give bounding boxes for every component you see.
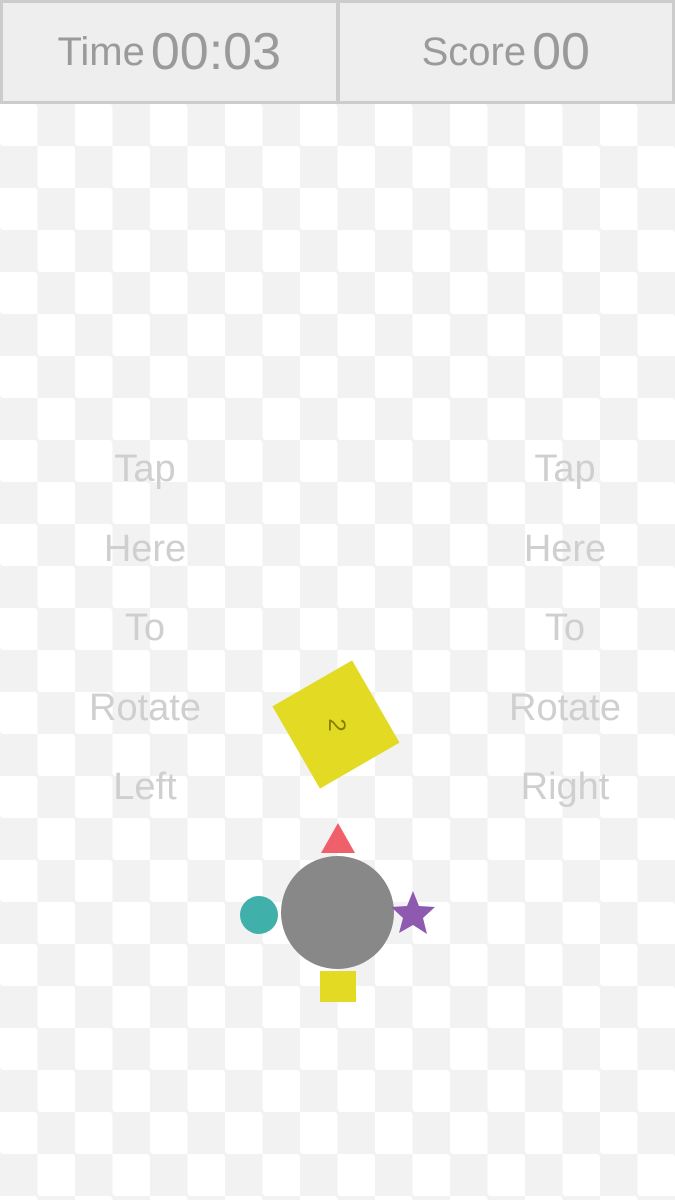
rotate-left-hint-word: Here: [103, 527, 187, 570]
score-panel: Score 00: [337, 0, 675, 104]
rotate-left-hint-word: Rotate: [89, 686, 201, 729]
score-label: Score: [421, 29, 527, 74]
time-panel: Time 00:03: [0, 0, 338, 104]
game-screen: Time 00:03 Score 00 Tap Here To Rotate L…: [0, 0, 675, 1200]
rotate-left-hint-word: Tap: [114, 448, 176, 490]
rotate-left-hint-word: Left: [113, 766, 177, 808]
rotate-right-hint-word: To: [544, 607, 586, 649]
circle-shape: [240, 896, 278, 934]
rotate-right-hint-word: Right: [520, 766, 610, 808]
time-label: Time: [57, 29, 145, 74]
rotate-left-hint-word: To: [124, 607, 166, 649]
rotate-right-zone[interactable]: Tap Here To Rotate Right: [455, 430, 675, 828]
rotate-right-hint-word: Tap: [534, 448, 596, 490]
rotate-right-hint-word: Rotate: [509, 686, 621, 729]
star-shape: [391, 891, 435, 934]
rotate-right-hint-word: Here: [523, 527, 607, 570]
triangle-shape: [321, 823, 355, 853]
time-value: 00:03: [150, 23, 282, 81]
player-hub: [281, 856, 394, 969]
score-value: 00: [532, 23, 590, 81]
falling-block-number: 2: [322, 717, 350, 732]
hud-bar: Time 00:03 Score 00: [0, 0, 675, 104]
square-shape: [320, 971, 356, 1002]
rotate-left-zone[interactable]: Tap Here To Rotate Left: [35, 430, 255, 828]
